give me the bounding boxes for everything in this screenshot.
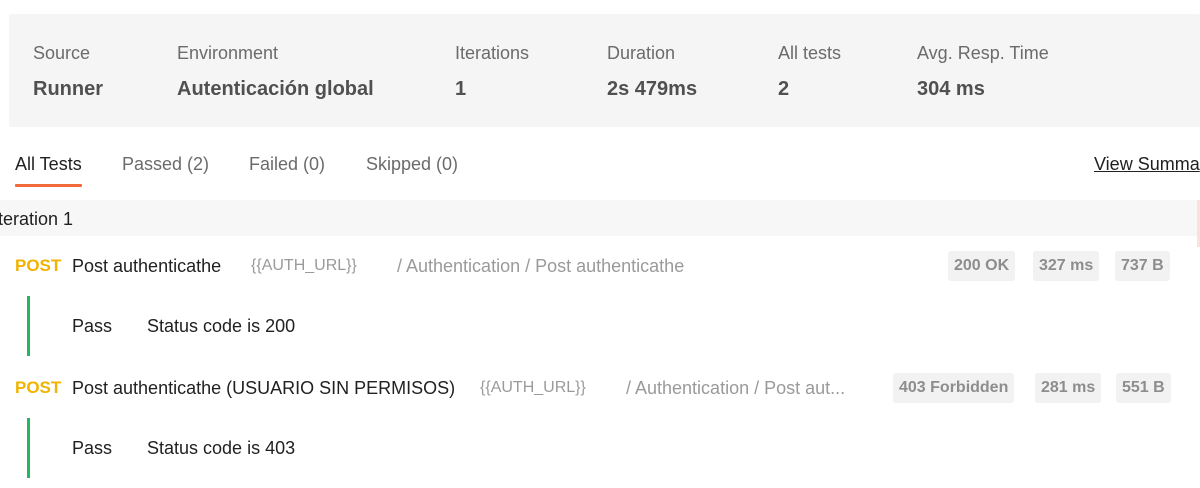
request-row[interactable]: POST Post authenticathe (USUARIO SIN PER…	[0, 373, 1200, 403]
summary-avg-resp-time-label: Avg. Resp. Time	[917, 43, 1049, 63]
request-row[interactable]: POST Post authenticathe {{AUTH_URL}} / A…	[0, 251, 1200, 281]
request-path: / Authentication / Post aut...	[626, 378, 846, 398]
run-summary: Source Runner Environment Autenticación …	[9, 14, 1200, 127]
request-method: POST	[15, 256, 62, 275]
test-name: Status code is 200	[147, 316, 296, 336]
summary-duration-value: 2s 479ms	[607, 78, 698, 100]
request-path: / Authentication / Post authenticathe	[397, 256, 685, 276]
runner-results-page: Source Runner Environment Autenticación …	[0, 0, 1200, 488]
test-result: Pass Status code is 403	[0, 418, 1200, 478]
iteration-header: Iteration 1	[0, 200, 1200, 236]
response-size-badge: 551 B	[1116, 373, 1171, 403]
summary-all-tests-label: All tests	[778, 43, 842, 63]
response-time-badge: 281 ms	[1035, 373, 1102, 403]
pass-indicator-bar	[27, 418, 30, 478]
summary-duration-label: Duration	[607, 43, 676, 63]
request-method: POST	[15, 378, 62, 397]
summary-environment-value: Autenticación global	[177, 78, 374, 100]
pass-indicator-bar	[27, 296, 30, 356]
request-name[interactable]: Post authenticathe (USUARIO SIN PERMISOS…	[72, 377, 455, 399]
response-size-badge: 737 B	[1115, 251, 1170, 281]
request-url: {{AUTH_URL}}	[480, 379, 586, 396]
view-summary-link[interactable]: View Summa	[1094, 152, 1200, 176]
tab-skipped[interactable]: Skipped (0)	[366, 152, 458, 176]
test-status: Pass	[72, 316, 113, 336]
summary-duration: Duration 2s 479ms	[607, 42, 697, 101]
response-time-badge: 327 ms	[1033, 251, 1100, 281]
tab-all-tests[interactable]: All Tests	[15, 152, 82, 187]
response-status-badge: 403 Forbidden	[893, 373, 1015, 403]
summary-source-label: Source	[33, 43, 91, 63]
request-url: {{AUTH_URL}}	[251, 257, 357, 274]
request-name[interactable]: Post authenticathe	[72, 255, 221, 277]
summary-iterations-value: 1	[455, 78, 467, 100]
tab-passed[interactable]: Passed (2)	[122, 152, 209, 176]
tab-failed[interactable]: Failed (0)	[249, 152, 325, 176]
test-status: Pass	[72, 438, 113, 458]
results-tabs: All Tests Passed (2) Failed (0) Skipped …	[0, 152, 1200, 190]
summary-avg-resp-time: Avg. Resp. Time 304 ms	[917, 42, 1049, 101]
test-name: Status code is 403	[147, 438, 296, 458]
summary-iterations-label: Iterations	[455, 43, 530, 63]
summary-source-value: Runner	[33, 78, 103, 100]
summary-environment: Environment Autenticación global	[177, 42, 374, 101]
test-result: Pass Status code is 200	[0, 296, 1200, 356]
summary-all-tests: All tests 2	[778, 42, 841, 101]
summary-all-tests-value: 2	[778, 78, 790, 100]
summary-environment-label: Environment	[177, 43, 279, 63]
iteration-label: Iteration 1	[0, 209, 74, 229]
summary-iterations: Iterations 1	[455, 42, 529, 101]
summary-source: Source Runner	[33, 42, 103, 101]
response-status-badge: 200 OK	[948, 251, 1016, 281]
summary-avg-resp-time-value: 304 ms	[917, 78, 985, 100]
